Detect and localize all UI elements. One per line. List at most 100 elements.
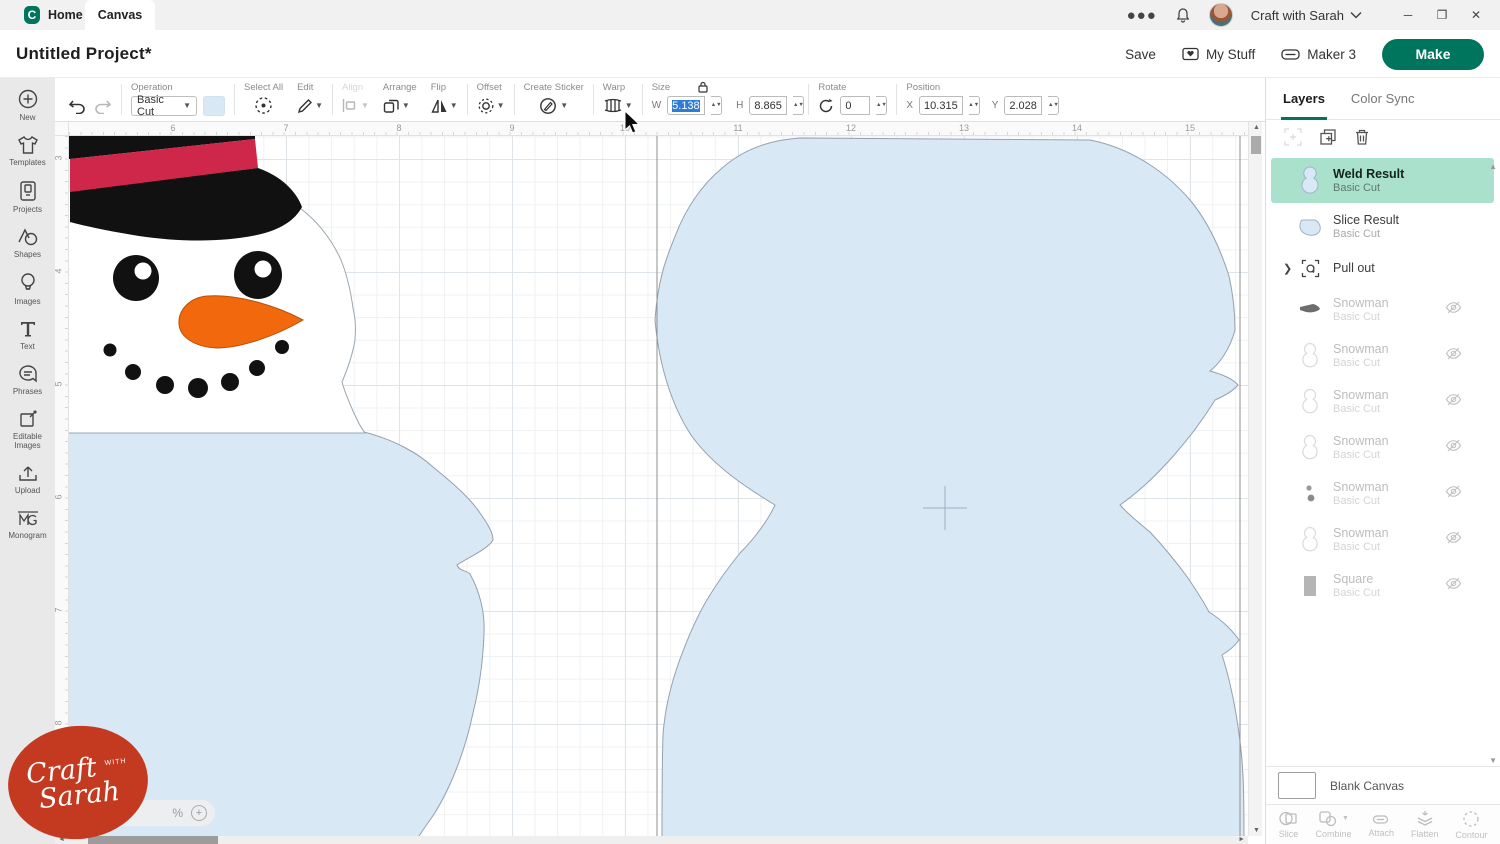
scroll-right-icon[interactable]: ► bbox=[1238, 836, 1245, 844]
visibility-hidden-eye-icon[interactable] bbox=[1445, 392, 1462, 411]
height-input[interactable]: 8.865 bbox=[749, 96, 787, 115]
vertical-scroll-thumb[interactable] bbox=[1251, 136, 1261, 154]
layer-thumbnail bbox=[1297, 483, 1323, 505]
sidebar-item-monogram[interactable]: Monogram bbox=[0, 508, 55, 540]
group-icon[interactable] bbox=[1284, 128, 1302, 151]
position-x-stepper[interactable]: ▲▼ bbox=[969, 96, 980, 115]
notifications-bell-icon[interactable] bbox=[1175, 7, 1191, 23]
account-menu[interactable]: Craft with Sarah bbox=[1251, 8, 1362, 23]
make-button[interactable]: Make bbox=[1382, 39, 1484, 70]
my-stuff-button[interactable]: My Stuff bbox=[1182, 47, 1255, 62]
overflow-menu-icon[interactable]: ●●● bbox=[1127, 7, 1157, 24]
canvas-horizontal-scrollbar[interactable]: ◄ ► bbox=[55, 836, 1248, 844]
flatten-action[interactable]: Flatten bbox=[1411, 810, 1439, 839]
machine-select-button[interactable]: Maker 3 bbox=[1281, 47, 1356, 62]
layer-thumbnail bbox=[1297, 434, 1323, 462]
layer-row[interactable]: SnowmanBasic Cut bbox=[1271, 379, 1494, 424]
undo-button[interactable] bbox=[68, 98, 87, 114]
layer-row[interactable]: SnowmanBasic Cut bbox=[1271, 471, 1494, 516]
save-button[interactable]: Save bbox=[1125, 47, 1156, 62]
layer-name: Square bbox=[1333, 572, 1380, 586]
offset-button[interactable]: ▼ bbox=[477, 97, 505, 115]
color-swatch[interactable] bbox=[203, 96, 225, 116]
layer-row[interactable]: Weld ResultBasic Cut bbox=[1271, 158, 1494, 203]
visibility-hidden-eye-icon[interactable] bbox=[1445, 530, 1462, 549]
create-sticker-button[interactable]: ▼ bbox=[539, 97, 568, 115]
redo-button[interactable] bbox=[93, 98, 112, 114]
rotate-stepper[interactable]: ▲▼ bbox=[876, 96, 887, 115]
layer-list-scroll-up-icon[interactable]: ▲ bbox=[1489, 162, 1497, 171]
canvas-vertical-scrollbar[interactable]: ▲ ▼ bbox=[1248, 122, 1262, 836]
layer-row[interactable]: SnowmanBasic Cut bbox=[1271, 333, 1494, 378]
warp-button[interactable]: ▼ bbox=[603, 98, 633, 113]
layer-thumbnail bbox=[1297, 526, 1323, 554]
layer-row[interactable]: SquareBasic Cut bbox=[1271, 563, 1494, 608]
h-ruler-number: 11 bbox=[733, 123, 742, 133]
position-y-input[interactable]: 2.028 bbox=[1004, 96, 1042, 115]
rotate-input[interactable]: 0 bbox=[840, 96, 870, 115]
attach-action[interactable]: Attach bbox=[1368, 812, 1394, 838]
operation-select[interactable]: Basic Cut▼ bbox=[131, 96, 197, 116]
layer-list-scroll-down-icon[interactable]: ▼ bbox=[1489, 756, 1497, 765]
duplicate-icon[interactable] bbox=[1319, 128, 1337, 151]
expand-chevron-icon[interactable]: ❯ bbox=[1283, 262, 1292, 275]
visibility-hidden-eye-icon[interactable] bbox=[1445, 300, 1462, 319]
visibility-hidden-eye-icon[interactable] bbox=[1445, 438, 1462, 457]
delete-icon[interactable] bbox=[1354, 128, 1370, 151]
width-input[interactable]: 5.138 bbox=[667, 96, 705, 115]
visibility-hidden-eye-icon[interactable] bbox=[1445, 346, 1462, 365]
h-ruler-number: 7 bbox=[283, 123, 288, 133]
shapes-icon bbox=[16, 227, 40, 247]
sidebar-item-shapes[interactable]: Shapes bbox=[0, 227, 55, 259]
scroll-down-icon[interactable]: ▼ bbox=[1253, 827, 1260, 834]
layer-group-row[interactable]: ❯Pull out bbox=[1271, 250, 1494, 286]
flatten-icon bbox=[1415, 810, 1435, 827]
arrange-button[interactable]: ▼ bbox=[383, 98, 410, 114]
layer-row[interactable]: SnowmanBasic Cut bbox=[1271, 517, 1494, 562]
combine-action[interactable]: ▼Combine bbox=[1315, 810, 1351, 839]
warp-label: Warp bbox=[603, 82, 633, 94]
canvas-artwork[interactable] bbox=[69, 136, 1248, 836]
sidebar-item-phrases[interactable]: Phrases bbox=[0, 364, 55, 396]
combine-icon bbox=[1318, 810, 1340, 827]
edit-button[interactable]: ▼ bbox=[297, 98, 323, 114]
size-lock-icon[interactable] bbox=[697, 80, 709, 98]
slice-action[interactable]: Slice bbox=[1278, 810, 1298, 839]
position-x-input[interactable]: 10.315 bbox=[919, 96, 963, 115]
scroll-up-icon[interactable]: ▲ bbox=[1253, 124, 1260, 131]
close-button[interactable]: ✕ bbox=[1462, 2, 1490, 28]
width-stepper[interactable]: ▲▼ bbox=[711, 96, 722, 115]
sidebar-item-new[interactable]: New bbox=[0, 88, 55, 122]
sidebar-item-upload[interactable]: Upload bbox=[0, 463, 55, 495]
sidebar-item-label: New bbox=[19, 113, 35, 122]
blank-canvas-row[interactable]: Blank Canvas bbox=[1266, 766, 1500, 804]
contour-action[interactable]: Contour bbox=[1455, 810, 1487, 840]
layer-name: Snowman bbox=[1333, 480, 1389, 494]
zoom-in-icon[interactable]: + bbox=[191, 805, 207, 821]
height-stepper[interactable]: ▲▼ bbox=[793, 96, 804, 115]
layer-row[interactable]: SnowmanBasic Cut bbox=[1271, 287, 1494, 332]
sidebar-item-editable-images[interactable]: Editable Images bbox=[0, 409, 55, 450]
flip-button[interactable]: ▼ bbox=[431, 98, 458, 114]
visibility-hidden-eye-icon[interactable] bbox=[1445, 484, 1462, 503]
position-y-stepper[interactable]: ▲▼ bbox=[1048, 96, 1059, 115]
select-all-button[interactable] bbox=[254, 96, 273, 115]
user-avatar[interactable] bbox=[1209, 3, 1233, 27]
tab-layers[interactable]: Layers bbox=[1283, 78, 1325, 120]
rotate-button[interactable] bbox=[818, 98, 834, 114]
layer-row[interactable]: Slice ResultBasic Cut bbox=[1271, 204, 1494, 249]
visibility-hidden-eye-icon[interactable] bbox=[1445, 576, 1462, 595]
tab-color-sync[interactable]: Color Sync bbox=[1351, 78, 1415, 120]
sidebar-item-templates[interactable]: Templates bbox=[0, 135, 55, 167]
maximize-button[interactable]: ❐ bbox=[1428, 2, 1456, 28]
home-tab[interactable]: C Home bbox=[10, 0, 97, 30]
horizontal-scroll-thumb[interactable] bbox=[88, 836, 218, 844]
sidebar-item-text[interactable]: Text bbox=[0, 319, 55, 351]
canvas-tab[interactable]: Canvas bbox=[85, 0, 155, 30]
sidebar-item-images[interactable]: Images bbox=[0, 272, 55, 306]
align-button[interactable]: ▼ bbox=[342, 98, 369, 113]
sidebar-item-projects[interactable]: Projects bbox=[0, 180, 55, 214]
layer-row[interactable]: SnowmanBasic Cut bbox=[1271, 425, 1494, 470]
minimize-button[interactable]: ─ bbox=[1394, 2, 1422, 28]
action-label: Flatten bbox=[1411, 829, 1439, 839]
